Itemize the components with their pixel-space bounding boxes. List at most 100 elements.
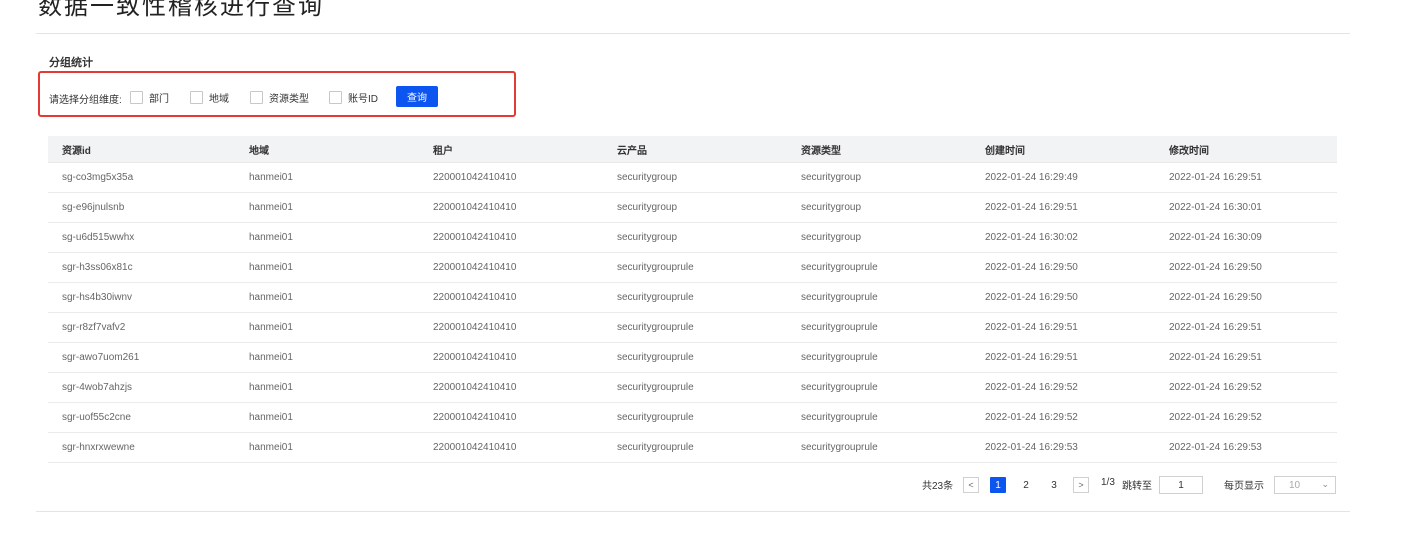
tenant-cell: 220001042410410	[419, 402, 603, 433]
total-count: 共23条	[922, 481, 954, 492]
cloud-product-cell: securitygroup	[603, 222, 787, 253]
checkbox-department[interactable]: 部门	[130, 90, 169, 105]
tenant-cell: 220001042410410	[419, 312, 603, 343]
tenant-cell: 220001042410410	[419, 222, 603, 253]
resource-id-cell: sgr-r8zf7vafv2	[48, 312, 235, 343]
table-row[interactable]: sg-u6d515wwhx hanmei01 220001042410410 secu…	[48, 222, 1337, 253]
section-title: 分组统计	[49, 57, 93, 69]
table-row[interactable]: sg-e96jnulsnb hanmei01 220001042410410 secu…	[48, 192, 1337, 223]
table-row[interactable]: sgr-4wob7ahzjs hanmei01 220001042410410 sec…	[48, 372, 1337, 403]
modified-time-cell: 2022-01-24 16:29:51	[1155, 162, 1337, 193]
resource-id-cell: sgr-4wob7ahzjs	[48, 372, 235, 403]
cloud-product-cell: securitygroup	[603, 192, 787, 223]
next-page-button[interactable]: >	[1073, 477, 1089, 493]
table-row[interactable]: sgr-hnxrxwewne hanmei01 220001042410410 sec…	[48, 432, 1337, 463]
table-row[interactable]: sgr-uof55c2cne hanmei01 220001042410410 sec…	[48, 402, 1337, 433]
table-row[interactable]: sgr-h3ss06x81c hanmei01 220001042410410 sec…	[48, 252, 1337, 283]
resource-type-cell: securitygrouprule	[787, 252, 971, 283]
resource-id-cell: sg-e96jnulsnb	[48, 192, 235, 223]
modified-time-cell: 2022-01-24 16:29:50	[1155, 252, 1337, 283]
page-size-value: 10	[1289, 479, 1301, 491]
modified-time-cell: 2022-01-24 16:29:50	[1155, 282, 1337, 313]
table-row[interactable]: sgr-hs4b30iwnv hanmei01 220001042410410 sec…	[48, 282, 1337, 313]
modified-time-cell: 2022-01-24 16:29:51	[1155, 342, 1337, 373]
column-header-cloud-product: 云产品	[603, 136, 787, 163]
modified-time-cell: 2022-01-24 16:29:53	[1155, 432, 1337, 463]
created-time-cell: 2022-01-24 16:29:51	[971, 192, 1155, 223]
region-cell: hanmei01	[235, 372, 419, 403]
checkbox-box[interactable]	[130, 91, 143, 104]
cloud-product-cell: securitygrouprule	[603, 372, 787, 403]
resource-id-cell: sg-u6d515wwhx	[48, 222, 235, 253]
created-time-cell: 2022-01-24 16:29:50	[971, 282, 1155, 313]
checkbox-box[interactable]	[190, 91, 203, 104]
table-row[interactable]: sg-co3mg5x35a hanmei01 220001042410410 secu…	[48, 162, 1337, 193]
region-cell: hanmei01	[235, 162, 419, 193]
checkbox-resource-type[interactable]: 资源类型	[250, 90, 309, 105]
table-row[interactable]: sgr-r8zf7vafv2 hanmei01 220001042410410 sec…	[48, 312, 1337, 343]
created-time-cell: 2022-01-24 16:29:51	[971, 312, 1155, 343]
resource-id-cell: sgr-hs4b30iwnv	[48, 282, 235, 313]
resource-table: 资源id 地域 租户 云产品 资源类型 创建时间 修改时间 sg-co3mg5x…	[48, 136, 1337, 463]
created-time-cell: 2022-01-24 16:29:52	[971, 402, 1155, 433]
page-1-button[interactable]: 1	[990, 477, 1006, 493]
tenant-cell: 220001042410410	[419, 282, 603, 313]
resource-id-cell: sgr-uof55c2cne	[48, 402, 235, 433]
prev-page-button[interactable]: <	[963, 477, 979, 493]
region-cell: hanmei01	[235, 342, 419, 373]
tenant-cell: 220001042410410	[419, 342, 603, 373]
region-cell: hanmei01	[235, 312, 419, 343]
page-size-label: 每页显示	[1224, 481, 1264, 492]
resource-type-cell: securitygrouprule	[787, 432, 971, 463]
page-3-button[interactable]: 3	[1046, 477, 1062, 493]
checkbox-label: 地域	[209, 94, 229, 105]
page-2-button[interactable]: 2	[1018, 477, 1034, 493]
table-row[interactable]: sgr-awo7uom261 hanmei01 220001042410410 sec…	[48, 342, 1337, 373]
resource-type-cell: securitygrouprule	[787, 282, 971, 313]
column-header-modified-time: 修改时间	[1155, 136, 1337, 163]
column-header-tenant: 租户	[419, 136, 603, 163]
resource-type-cell: securitygroup	[787, 192, 971, 223]
region-cell: hanmei01	[235, 192, 419, 223]
table-header-row: 资源id 地域 租户 云产品 资源类型 创建时间 修改时间	[48, 136, 1337, 163]
modified-time-cell: 2022-01-24 16:29:51	[1155, 312, 1337, 343]
tenant-cell: 220001042410410	[419, 372, 603, 403]
checkbox-account-id[interactable]: 账号ID	[329, 90, 378, 105]
column-header-resource-type: 资源类型	[787, 136, 971, 163]
page-title: 数据一致性稽核进行查询	[38, 0, 324, 20]
checkbox-box[interactable]	[329, 91, 342, 104]
region-cell: hanmei01	[235, 252, 419, 283]
created-time-cell: 2022-01-24 16:29:50	[971, 252, 1155, 283]
resource-type-cell: securitygrouprule	[787, 402, 971, 433]
query-button[interactable]: 查询	[396, 86, 438, 107]
checkbox-region[interactable]: 地域	[190, 90, 229, 105]
bottom-divider	[36, 511, 1350, 512]
chevron-left-icon: <	[968, 480, 974, 490]
region-cell: hanmei01	[235, 222, 419, 253]
checkbox-box[interactable]	[250, 91, 263, 104]
modified-time-cell: 2022-01-24 16:29:52	[1155, 372, 1337, 403]
jump-page-input[interactable]	[1159, 476, 1203, 494]
resource-id-cell: sgr-awo7uom261	[48, 342, 235, 373]
resource-type-cell: securitygroup	[787, 162, 971, 193]
checkbox-label: 部门	[149, 94, 169, 105]
modified-time-cell: 2022-01-24 16:30:09	[1155, 222, 1337, 253]
column-header-created-time: 创建时间	[971, 136, 1155, 163]
resource-type-cell: securitygrouprule	[787, 342, 971, 373]
region-cell: hanmei01	[235, 282, 419, 313]
created-time-cell: 2022-01-24 16:29:52	[971, 372, 1155, 403]
page-size-select[interactable]: 10 ⌄	[1274, 476, 1336, 494]
checkbox-label: 账号ID	[348, 94, 378, 105]
region-cell: hanmei01	[235, 432, 419, 463]
resource-id-cell: sgr-h3ss06x81c	[48, 252, 235, 283]
modified-time-cell: 2022-01-24 16:30:01	[1155, 192, 1337, 223]
column-header-resource-id: 资源id	[48, 136, 235, 163]
chevron-down-icon: ⌄	[1321, 479, 1329, 489]
cloud-product-cell: securitygrouprule	[603, 432, 787, 463]
tenant-cell: 220001042410410	[419, 162, 603, 193]
resource-type-cell: securitygroup	[787, 222, 971, 253]
cloud-product-cell: securitygrouprule	[603, 252, 787, 283]
jump-label: 跳转至	[1122, 481, 1152, 492]
tenant-cell: 220001042410410	[419, 432, 603, 463]
resource-id-cell: sgr-hnxrxwewne	[48, 432, 235, 463]
